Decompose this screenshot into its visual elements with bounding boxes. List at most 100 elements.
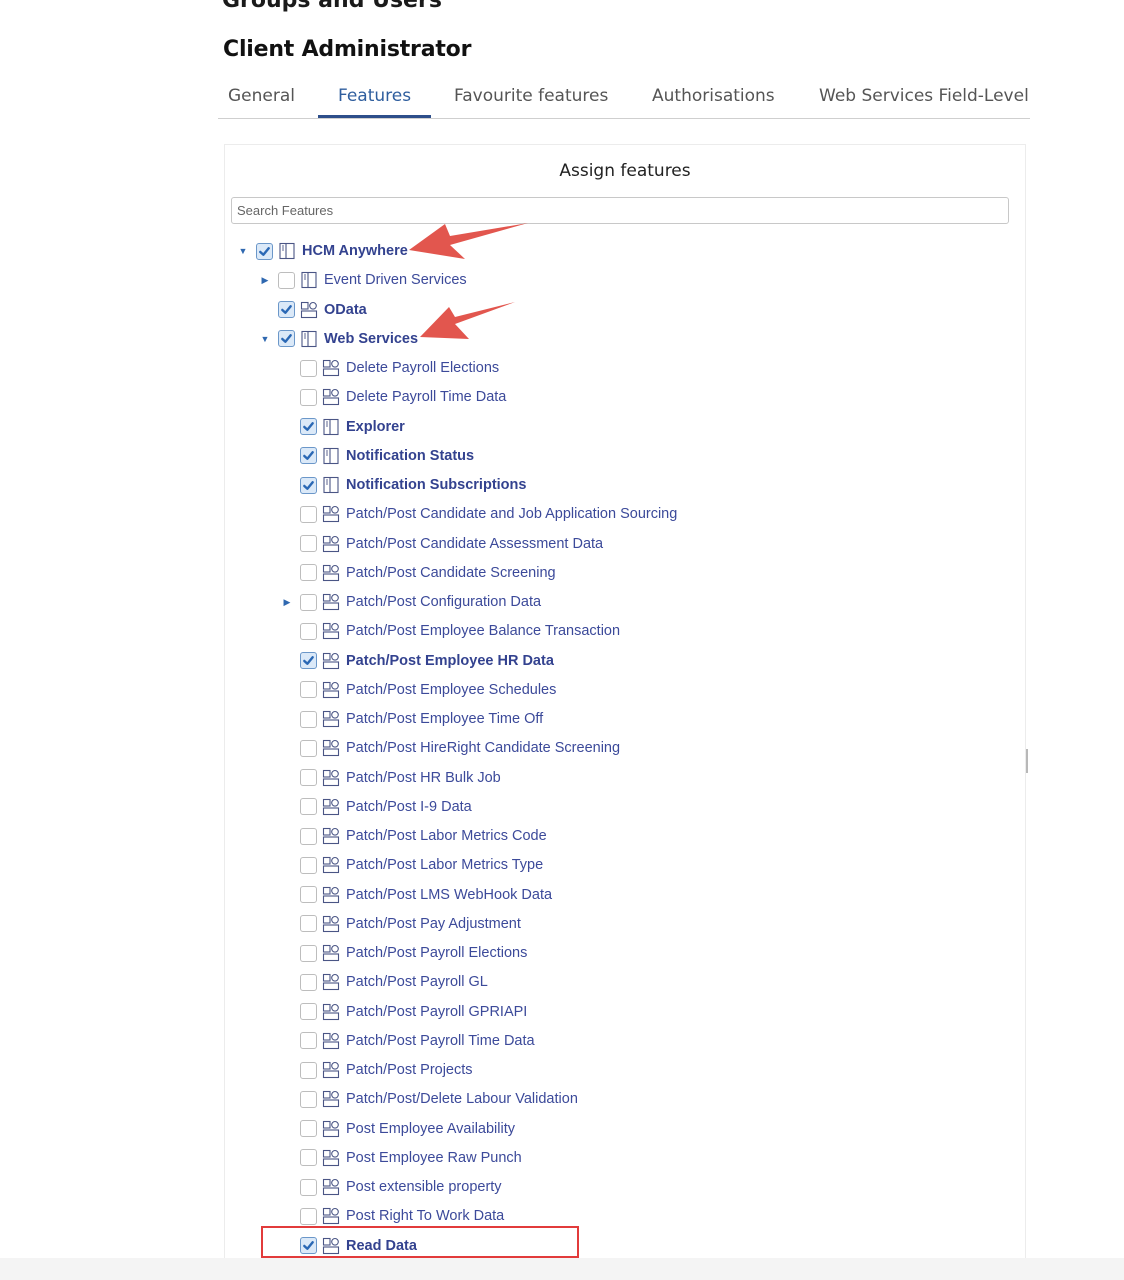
tree-item-label[interactable]: Patch/Post Candidate and Job Application… — [346, 506, 677, 522]
checkbox-unchecked[interactable] — [300, 1003, 317, 1020]
tree-item[interactable]: Patch/Post Candidate Assessment Data — [281, 533, 603, 555]
checkbox-unchecked[interactable] — [300, 915, 317, 933]
caret-right-icon[interactable]: ▶ — [259, 273, 271, 287]
tree-item[interactable]: Post Right To Work Data — [281, 1205, 504, 1227]
search-features-input[interactable] — [231, 197, 1009, 224]
checkbox-checked[interactable] — [278, 301, 295, 318]
tree-item-label[interactable]: Patch/Post HireRight Candidate Screening — [346, 740, 620, 756]
tree-item-label[interactable]: Delete Payroll Elections — [346, 360, 499, 376]
checkbox-checked[interactable] — [300, 476, 317, 494]
tree-item[interactable]: Patch/Post HR Bulk Job — [281, 767, 501, 789]
tree-item-label[interactable]: Notification Subscriptions — [346, 477, 526, 493]
tree-item-label[interactable]: Patch/Post Pay Adjustment — [346, 916, 521, 932]
tree-item-label[interactable]: Delete Payroll Time Data — [346, 389, 506, 405]
tree-item[interactable]: ▼ HCM Anywhere — [237, 240, 408, 262]
checkbox-unchecked[interactable] — [300, 856, 317, 874]
tree-item[interactable]: Patch/Post Employee HR Data — [281, 650, 554, 672]
tree-item-label[interactable]: Patch/Post Employee Schedules — [346, 682, 556, 698]
checkbox-unchecked[interactable] — [300, 1032, 317, 1050]
tree-item-label[interactable]: Patch/Post Payroll Elections — [346, 945, 527, 961]
tree-item[interactable]: OData — [259, 299, 367, 321]
tree-item[interactable]: Post Employee Raw Punch — [281, 1147, 522, 1169]
checkbox-checked[interactable] — [300, 652, 317, 669]
tree-item[interactable]: Patch/Post Payroll GPRIAPI — [281, 1001, 527, 1023]
checkbox-checked[interactable] — [300, 418, 317, 435]
tab-favourite-features[interactable]: Favourite features — [454, 86, 608, 106]
tree-item-label[interactable]: Patch/Post HR Bulk Job — [346, 770, 501, 786]
tree-item[interactable]: Patch/Post Candidate and Job Application… — [281, 503, 677, 525]
tree-item-label[interactable]: Patch/Post Payroll GL — [346, 974, 488, 990]
tree-item-label[interactable]: Patch/Post Employee Balance Transaction — [346, 623, 620, 639]
checkbox-unchecked[interactable] — [300, 388, 317, 406]
tree-item-label[interactable]: HCM Anywhere — [302, 243, 408, 259]
tree-item[interactable]: Patch/Post Payroll GL — [281, 971, 488, 993]
tree-item-label[interactable]: Post extensible property — [346, 1179, 502, 1195]
tree-item[interactable]: Patch/Post Payroll Time Data — [281, 1030, 535, 1052]
checkbox-checked[interactable] — [278, 330, 295, 348]
tree-item[interactable]: Patch/Post Projects — [281, 1059, 473, 1081]
checkbox-unchecked[interactable] — [300, 944, 317, 962]
tree-item[interactable]: Explorer — [281, 416, 405, 438]
checkbox-unchecked[interactable] — [300, 359, 317, 377]
checkbox-unchecked[interactable] — [300, 1207, 317, 1225]
tab-web-services-field-level[interactable]: Web Services Field-Level — [819, 86, 1029, 106]
checkbox-checked[interactable] — [300, 447, 317, 465]
tree-item[interactable]: ▶ Event Driven Services — [259, 269, 467, 291]
tree-item-label[interactable]: Event Driven Services — [324, 272, 467, 288]
tree-item[interactable]: Patch/Post Labor Metrics Code — [281, 825, 547, 847]
tree-item-label[interactable]: Patch/Post Labor Metrics Type — [346, 857, 543, 873]
checkbox-unchecked[interactable] — [300, 1178, 317, 1196]
checkbox-unchecked[interactable] — [300, 1120, 317, 1137]
tree-item[interactable]: Patch/Post Payroll Elections — [281, 942, 527, 964]
tree-item-label[interactable]: OData — [324, 302, 367, 318]
checkbox-unchecked[interactable] — [300, 593, 317, 611]
checkbox-unchecked[interactable] — [300, 886, 317, 903]
checkbox-unchecked[interactable] — [300, 769, 317, 786]
tree-item[interactable]: Post Employee Availability — [281, 1118, 515, 1140]
tree-item[interactable]: Patch/Post Employee Schedules — [281, 679, 556, 701]
tree-item[interactable]: Patch/Post HireRight Candidate Screening — [281, 737, 620, 759]
checkbox-unchecked[interactable] — [300, 535, 317, 552]
tree-item-label[interactable]: Patch/Post Labor Metrics Code — [346, 828, 547, 844]
tree-item-label[interactable]: Patch/Post Candidate Screening — [346, 565, 556, 581]
caret-down-icon[interactable]: ▼ — [237, 244, 249, 258]
tree-item-label[interactable]: Patch/Post Payroll GPRIAPI — [346, 1004, 527, 1020]
tab-features[interactable]: Features — [338, 86, 411, 106]
tree-item[interactable]: Notification Status — [281, 445, 474, 467]
tree-item-label[interactable]: Explorer — [346, 419, 405, 435]
tree-item-label[interactable]: Patch/Post/Delete Labour Validation — [346, 1091, 578, 1107]
tree-item[interactable]: Patch/Post/Delete Labour Validation — [281, 1088, 578, 1110]
checkbox-unchecked[interactable] — [300, 505, 317, 523]
tree-item-label[interactable]: Patch/Post Payroll Time Data — [346, 1033, 535, 1049]
checkbox-unchecked[interactable] — [300, 973, 317, 991]
checkbox-checked[interactable] — [256, 242, 273, 260]
checkbox-unchecked[interactable] — [300, 1090, 317, 1108]
tree-item-label[interactable]: Notification Status — [346, 448, 474, 464]
tree-item-label[interactable]: Web Services — [324, 331, 418, 347]
checkbox-unchecked[interactable] — [300, 622, 317, 640]
tree-item-label[interactable]: Post Right To Work Data — [346, 1208, 504, 1224]
tree-item-label[interactable]: Patch/Post Projects — [346, 1062, 473, 1078]
tree-item-label[interactable]: Patch/Post I-9 Data — [346, 799, 472, 815]
tree-item[interactable]: Delete Payroll Time Data — [281, 386, 506, 408]
tree-item-label[interactable]: Post Employee Raw Punch — [346, 1150, 522, 1166]
caret-down-icon[interactable]: ▼ — [259, 332, 271, 346]
tree-item-label[interactable]: Patch/Post Candidate Assessment Data — [346, 536, 603, 552]
tree-item[interactable]: Post extensible property — [281, 1176, 502, 1198]
tree-item-label[interactable]: Post Employee Availability — [346, 1121, 515, 1137]
checkbox-unchecked[interactable] — [278, 271, 295, 289]
tree-item[interactable]: Patch/Post LMS WebHook Data — [281, 884, 552, 906]
tree-item[interactable]: Patch/Post Candidate Screening — [281, 562, 556, 584]
tree-item[interactable]: Patch/Post Employee Time Off — [281, 708, 543, 730]
checkbox-unchecked[interactable] — [300, 827, 317, 845]
tree-item[interactable]: ▼ Web Services — [259, 328, 418, 350]
tree-item[interactable]: Delete Payroll Elections — [281, 357, 499, 379]
checkbox-unchecked[interactable] — [300, 710, 317, 728]
checkbox-unchecked[interactable] — [300, 564, 317, 582]
checkbox-unchecked[interactable] — [300, 798, 317, 816]
tree-item-label[interactable]: Patch/Post Configuration Data — [346, 594, 541, 610]
scrollbar-thumb[interactable] — [1026, 749, 1028, 773]
tree-item[interactable]: Patch/Post Pay Adjustment — [281, 913, 521, 935]
tree-item-label[interactable]: Patch/Post Employee Time Off — [346, 711, 543, 727]
checkbox-unchecked[interactable] — [300, 1061, 317, 1079]
